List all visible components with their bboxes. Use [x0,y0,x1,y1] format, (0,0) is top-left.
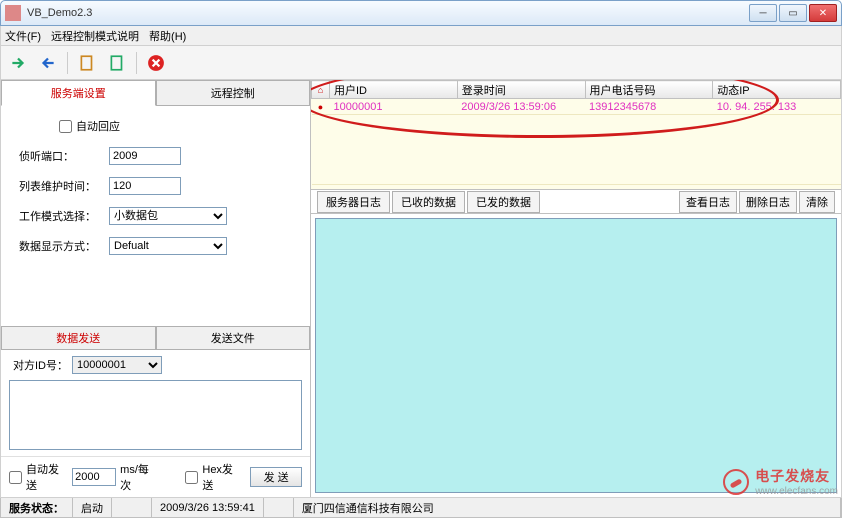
hex-send-label: Hex发送 [202,461,242,493]
log-textarea[interactable] [315,218,837,493]
tab-file-send[interactable]: 发送文件 [156,326,311,350]
auto-send-label: 自动发送 [26,461,68,493]
toolbar [0,46,842,80]
clear-button[interactable]: 清除 [799,191,835,213]
back-button[interactable] [37,52,59,74]
target-id-label: 对方ID号： [13,357,68,373]
forward-button[interactable] [7,52,29,74]
watermark-url: www.elecfans.com [755,486,838,497]
auto-reply-checkbox[interactable] [59,120,72,133]
client-grid[interactable]: ⌂ 用户ID 登录时间 用户电话号码 动态IP ● 10000001 2009/… [311,80,841,190]
grid-header-id[interactable]: 用户ID [330,81,458,99]
menu-file[interactable]: 文件(F) [5,28,41,44]
watermark: 电子发烧友 www.elecfans.com [723,466,838,497]
tab-server-settings[interactable]: 服务端设置 [1,80,156,106]
status-label: 服务状态： [1,498,73,517]
listen-port-input[interactable] [109,147,181,165]
view-log-button[interactable]: 查看日志 [679,191,737,213]
row-phone: 13912345678 [585,99,713,115]
left-panel: 服务端设置 远程控制 自动回应 侦听端口： 列表维护时间： 工作模式选择： 小数… [1,80,311,497]
grid-header-ip[interactable]: 动态IP [713,81,841,99]
auto-reply-label: 自动回应 [76,118,120,134]
maximize-button[interactable]: ▭ [779,4,807,22]
work-mode-label: 工作模式选择： [19,208,109,224]
stop-button[interactable] [145,52,167,74]
message-textarea[interactable] [9,380,302,450]
auto-send-checkbox[interactable] [9,471,22,484]
menu-help[interactable]: 帮助(H) [149,28,186,44]
list-maint-label: 列表维护时间： [19,178,109,194]
display-mode-label: 数据显示方式： [19,238,109,254]
tab-remote-control[interactable]: 远程控制 [156,80,311,106]
log-tab-row: 服务器日志 已收的数据 已发的数据 查看日志 删除日志 清除 [311,190,841,214]
menubar: 文件(F) 远程控制模式说明 帮助(H) [0,26,842,46]
display-mode-select[interactable]: Defualt [109,237,227,255]
right-panel: ⌂ 用户ID 登录时间 用户电话号码 动态IP ● 10000001 2009/… [311,80,841,497]
server-settings-panel: 自动回应 侦听端口： 列表维护时间： 工作模式选择： 小数据包 数据显示方式： … [1,106,310,276]
status-state: 启动 [73,498,112,517]
status-datetime: 2009/3/26 13:59:41 [152,498,264,517]
status-company: 厦门四信通信科技有限公司 [294,498,841,517]
interval-input[interactable] [72,468,116,486]
list-maint-input[interactable] [109,177,181,195]
statusbar: 服务状态： 启动 2009/3/26 13:59:41 厦门四信通信科技有限公司 [0,498,842,518]
minimize-button[interactable]: ─ [749,4,777,22]
row-ip: 10. 94. 255. 133 [713,99,841,115]
doc1-button[interactable] [76,52,98,74]
row-status-icon: ● [318,102,323,112]
doc2-button[interactable] [106,52,128,74]
listen-port-label: 侦听端口： [19,148,109,164]
tab-received-data[interactable]: 已收的数据 [392,191,465,213]
send-button[interactable]: 发 送 [250,467,302,487]
watermark-brand: 电子发烧友 [755,466,838,486]
tab-data-send[interactable]: 数据发送 [1,326,156,350]
work-mode-select[interactable]: 小数据包 [109,207,227,225]
interval-unit: ms/每次 [120,461,158,493]
row-time: 2009/3/26 13:59:06 [457,99,585,115]
titlebar: VB_Demo2.3 ─ ▭ ✕ [0,0,842,26]
table-row[interactable]: ● 10000001 2009/3/26 13:59:06 1391234567… [312,99,841,115]
tab-server-log[interactable]: 服务器日志 [317,191,390,213]
target-id-select[interactable]: 10000001 [72,356,162,374]
tab-sent-data[interactable]: 已发的数据 [467,191,540,213]
menu-remote-doc[interactable]: 远程控制模式说明 [51,28,139,44]
close-button[interactable]: ✕ [809,4,837,22]
app-icon [5,5,21,21]
row-id: 10000001 [330,99,458,115]
grid-header-icon[interactable]: ⌂ [312,81,330,99]
grid-header-time[interactable]: 登录时间 [457,81,585,99]
window-title: VB_Demo2.3 [27,7,749,19]
hex-send-checkbox[interactable] [185,471,198,484]
grid-header-phone[interactable]: 用户电话号码 [585,81,713,99]
delete-log-button[interactable]: 删除日志 [739,191,797,213]
watermark-logo-icon [723,469,749,495]
